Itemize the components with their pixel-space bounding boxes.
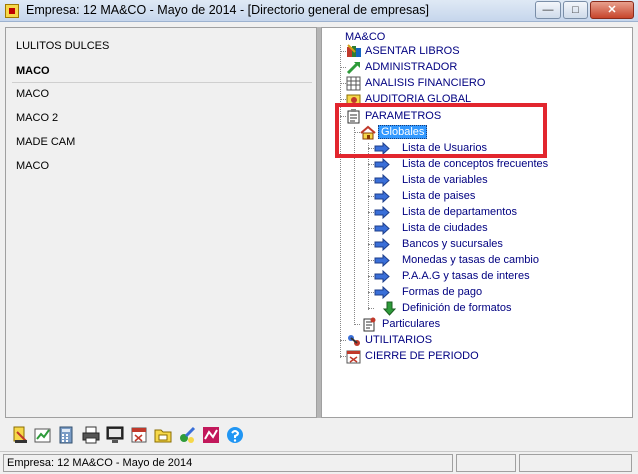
title-bar: Empresa: 12 MA&CO - Mayo de 2014 - [Dire… bbox=[0, 0, 638, 22]
toolbar bbox=[5, 422, 633, 449]
arrow-right-icon bbox=[374, 173, 390, 188]
company-list: LULITOS DULCES MACO MACO MACO 2 MADE CAM… bbox=[5, 27, 317, 418]
divider bbox=[12, 82, 312, 83]
arrow-right-icon bbox=[374, 157, 390, 172]
window-title: Empresa: 12 MA&CO - Mayo de 2014 - [Dire… bbox=[26, 3, 429, 17]
maximize-button[interactable]: □ bbox=[563, 1, 588, 19]
arrow-right-icon bbox=[374, 205, 390, 220]
arrow-right-icon bbox=[374, 189, 390, 204]
books-icon bbox=[347, 44, 361, 57]
tree-root[interactable]: MA&CO bbox=[345, 31, 385, 43]
printer-icon[interactable] bbox=[82, 426, 100, 444]
spreadsheet-icon bbox=[346, 76, 361, 91]
company-item-selected[interactable]: MACO bbox=[16, 65, 50, 77]
calendar-icon[interactable] bbox=[130, 426, 148, 444]
status-panel bbox=[456, 454, 516, 472]
document-icon bbox=[363, 317, 376, 332]
monitor-icon[interactable] bbox=[106, 426, 124, 444]
company-item[interactable]: LULITOS DULCES bbox=[16, 40, 109, 52]
arrow-right-icon bbox=[374, 269, 390, 284]
app-icon bbox=[5, 4, 19, 18]
tree-line bbox=[368, 143, 369, 310]
company-item[interactable]: MACO bbox=[16, 88, 49, 100]
tools-icon bbox=[348, 335, 360, 346]
arrow-right-icon bbox=[374, 221, 390, 236]
arrow-right-icon bbox=[374, 253, 390, 268]
folder-icon[interactable] bbox=[154, 426, 172, 444]
menu-tree: MA&CO ASENTAR LIBROS ADMINISTRADOR ANALI… bbox=[321, 27, 633, 418]
trend-icon[interactable] bbox=[202, 426, 220, 444]
arrow-up-icon bbox=[346, 61, 360, 75]
calculator-icon[interactable] bbox=[57, 426, 75, 444]
company-item[interactable]: MACO 2 bbox=[16, 112, 58, 124]
arrow-right-icon bbox=[374, 285, 390, 300]
chart-icon[interactable] bbox=[34, 426, 52, 444]
arrow-right-icon bbox=[374, 237, 390, 252]
help-icon[interactable] bbox=[226, 426, 244, 444]
status-bar: Empresa: 12 MA&CO - Mayo de 2014 bbox=[0, 451, 638, 474]
arrow-down-icon bbox=[382, 301, 397, 316]
tree-line bbox=[340, 45, 341, 358]
status-text: Empresa: 12 MA&CO - Mayo de 2014 bbox=[3, 454, 453, 472]
status-panel bbox=[519, 454, 632, 472]
company-item[interactable]: MADE CAM bbox=[16, 136, 75, 148]
calendar-icon bbox=[346, 350, 361, 364]
company-item[interactable]: MACO bbox=[16, 160, 49, 172]
highlight-box bbox=[335, 103, 547, 158]
close-button[interactable]: ✕ bbox=[590, 1, 634, 19]
tools-icon[interactable] bbox=[178, 426, 196, 444]
notes-icon[interactable] bbox=[12, 426, 30, 444]
minimize-button[interactable]: — bbox=[535, 1, 561, 19]
